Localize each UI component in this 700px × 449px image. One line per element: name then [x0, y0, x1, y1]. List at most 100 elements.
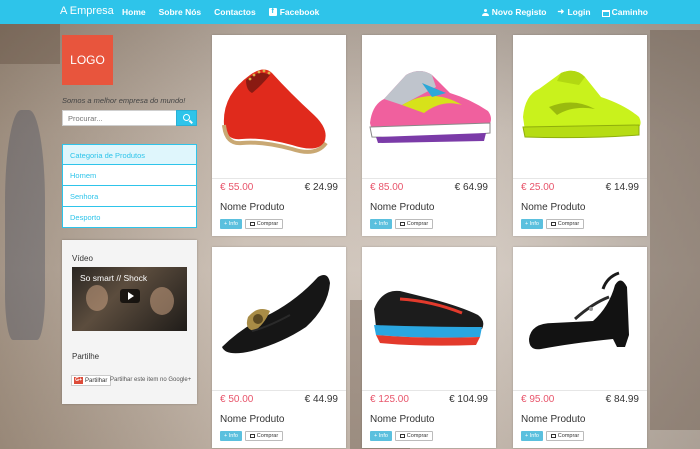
share-description: Partilhar este item no Google+ [110, 377, 192, 383]
old-price: € 125.00 [370, 394, 409, 405]
video-thumbnail-figure [86, 285, 108, 311]
logo[interactable]: LOGO [62, 35, 113, 85]
nav-left: Home Sobre Nós Contactos f Facebook [122, 7, 319, 17]
info-button[interactable]: + Info [220, 431, 242, 441]
product-name[interactable]: Nome Produto [220, 414, 284, 425]
buy-button-label: Comprar [256, 221, 279, 227]
cart-icon [399, 222, 405, 226]
info-button[interactable]: + Info [521, 219, 543, 229]
category-item-desporto[interactable]: Desporto [62, 207, 197, 228]
video-thumbnail-figure [150, 287, 174, 315]
product-image-black-flat[interactable] [212, 247, 346, 390]
slogan: Somos a melhor empresa do mundo! [62, 96, 186, 105]
product-image-colorful-sneaker[interactable] [362, 35, 496, 178]
nav-login[interactable]: Login [557, 7, 591, 18]
nav-about[interactable]: Sobre Nós [159, 7, 202, 17]
buy-button-label: Comprar [406, 221, 429, 227]
product-name[interactable]: Nome Produto [220, 202, 284, 213]
product-card: € 95.00 € 84.99 Nome Produto + Info Comp… [513, 247, 647, 448]
current-price: € 84.99 [605, 394, 639, 405]
search-bar [62, 110, 197, 126]
cart-icon [249, 222, 255, 226]
buy-button[interactable]: Comprar [395, 431, 433, 441]
user-icon [481, 8, 489, 16]
buy-button[interactable]: Comprar [245, 219, 283, 229]
current-price: € 24.99 [304, 182, 338, 193]
share-heading: Partilhe [72, 352, 100, 361]
nav-login-label: Login [567, 7, 591, 17]
buy-button[interactable]: Comprar [546, 431, 584, 441]
nav-right: Novo Registo Login Caminho [481, 7, 648, 18]
category-list: Categoria de Produtos Homem Senhora Desp… [62, 144, 197, 228]
old-price: € 85.00 [370, 182, 404, 193]
login-icon [557, 7, 564, 16]
google-plus-share-button[interactable]: G+ Partilhar [71, 375, 112, 386]
current-price: € 104.99 [449, 394, 488, 405]
top-navbar: A Empresa Home Sobre Nós Contactos f Fac… [0, 0, 700, 24]
card-divider [212, 178, 346, 179]
product-name[interactable]: Nome Produto [521, 414, 585, 425]
search-button[interactable] [176, 110, 197, 126]
cart-icon [399, 434, 405, 438]
nav-register-label: Novo Registo [491, 7, 547, 17]
current-price: € 64.99 [454, 182, 488, 193]
old-price: € 25.00 [521, 182, 555, 193]
info-button[interactable]: + Info [370, 431, 392, 441]
category-header[interactable]: Categoria de Produtos [62, 144, 197, 165]
nav-register[interactable]: Novo Registo [481, 7, 547, 17]
cart-icon [550, 222, 556, 226]
nav-cart-label: Caminho [611, 7, 648, 17]
product-image-black-strap-shoe[interactable] [513, 247, 647, 390]
card-divider [212, 390, 346, 391]
cart-icon [249, 434, 255, 438]
category-item-homem[interactable]: Homem [62, 165, 197, 186]
play-icon[interactable] [120, 289, 140, 303]
product-name[interactable]: Nome Produto [370, 414, 434, 425]
brand-link[interactable]: A Empresa [60, 5, 114, 17]
current-price: € 44.99 [304, 394, 338, 405]
buy-button[interactable]: Comprar [395, 219, 433, 229]
info-button[interactable]: + Info [521, 431, 543, 441]
product-card: € 55.00 € 24.99 Nome Produto + Info Comp… [212, 35, 346, 236]
buy-button[interactable]: Comprar [546, 219, 584, 229]
product-card: € 50.00 € 44.99 Nome Produto + Info Comp… [212, 247, 346, 448]
buy-button[interactable]: Comprar [245, 431, 283, 441]
nav-facebook[interactable]: f Facebook [268, 7, 320, 17]
search-input[interactable] [62, 110, 176, 126]
product-image-running-shoe[interactable] [362, 247, 496, 390]
info-button[interactable]: + Info [220, 219, 242, 229]
google-plus-icon: G+ [74, 377, 83, 384]
search-icon [183, 114, 190, 121]
product-card: € 125.00 € 104.99 Nome Produto + Info Co… [362, 247, 496, 448]
old-price: € 50.00 [220, 394, 254, 405]
card-divider [362, 390, 496, 391]
product-card: € 25.00 € 14.99 Nome Produto + Info Comp… [513, 35, 647, 236]
video-player[interactable]: So smart // Shock [72, 267, 187, 331]
card-divider [362, 178, 496, 179]
video-caption: So smart // Shock [80, 273, 148, 283]
nav-facebook-label: Facebook [279, 7, 320, 17]
nav-home[interactable]: Home [122, 7, 146, 17]
old-price: € 55.00 [220, 182, 254, 193]
buy-button-label: Comprar [406, 433, 429, 439]
share-button-label: Partilhar [85, 377, 108, 384]
cart-icon [601, 9, 610, 17]
product-image-neon-sneaker[interactable] [513, 35, 647, 178]
buy-button-label: Comprar [557, 433, 580, 439]
cart-icon [550, 434, 556, 438]
card-divider [513, 178, 647, 179]
current-price: € 14.99 [605, 182, 639, 193]
info-button[interactable]: + Info [370, 219, 392, 229]
nav-contacts[interactable]: Contactos [214, 7, 256, 17]
nav-cart[interactable]: Caminho [601, 7, 648, 17]
product-image-red-flat[interactable] [212, 35, 346, 178]
old-price: € 95.00 [521, 394, 555, 405]
buy-button-label: Comprar [256, 433, 279, 439]
video-heading: Vídeo [72, 254, 93, 263]
product-name[interactable]: Nome Produto [370, 202, 434, 213]
buy-button-label: Comprar [557, 221, 580, 227]
media-panel: Vídeo So smart // Shock Partilhe G+ Part… [62, 240, 197, 404]
product-name[interactable]: Nome Produto [521, 202, 585, 213]
card-divider [513, 390, 647, 391]
category-item-senhora[interactable]: Senhora [62, 186, 197, 207]
